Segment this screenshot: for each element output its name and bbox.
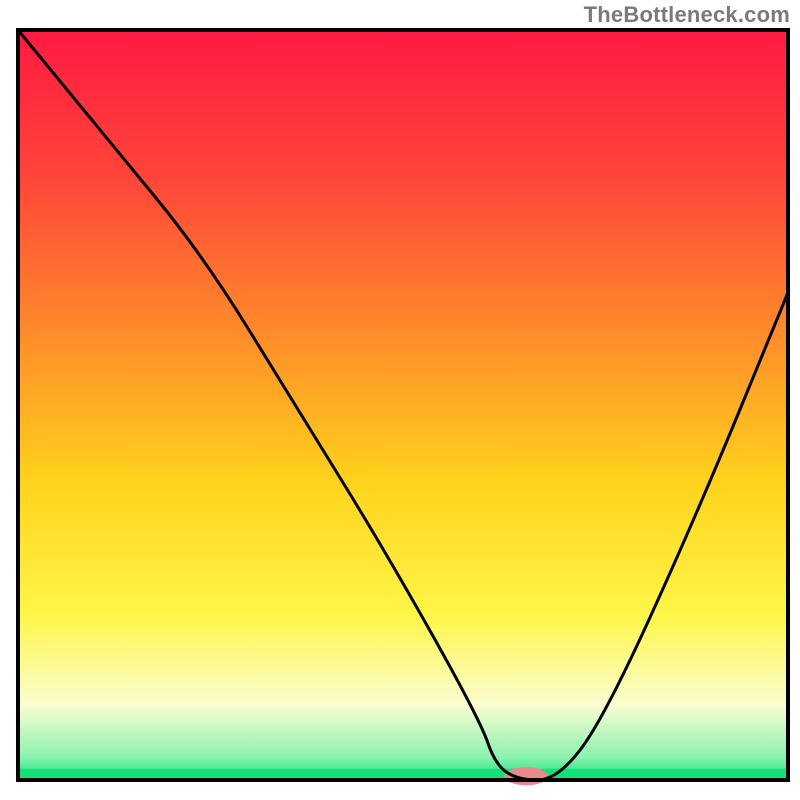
chart-stage: TheBottleneck.com [0, 0, 800, 800]
bottleneck-chart [0, 0, 800, 800]
plot-background [18, 30, 788, 780]
watermark-label: TheBottleneck.com [584, 2, 790, 28]
